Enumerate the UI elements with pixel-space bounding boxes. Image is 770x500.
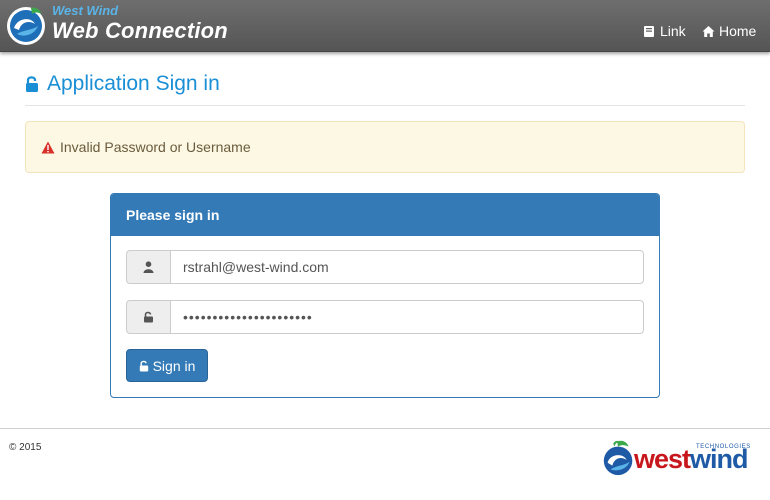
home-icon xyxy=(702,25,715,37)
user-icon xyxy=(143,261,154,273)
nav-link-home[interactable]: Home xyxy=(702,22,756,40)
logo-west-text: west xyxy=(634,444,691,474)
unlock-icon xyxy=(26,76,38,92)
brand-subtitle: West Wind xyxy=(52,3,119,18)
username-group xyxy=(126,250,644,284)
username-field[interactable] xyxy=(170,250,644,284)
username-addon xyxy=(126,250,170,284)
title-divider xyxy=(25,105,745,106)
panel-heading: Please sign in xyxy=(111,194,659,236)
nav-link-link[interactable]: Link xyxy=(643,22,686,40)
signin-panel: Please sign in Sign in xyxy=(110,193,660,398)
logo-wind-text: wind xyxy=(690,444,748,474)
copyright-text: © 2015 xyxy=(9,442,42,453)
alert-message: Invalid Password or Username xyxy=(60,139,251,155)
unlock-icon xyxy=(139,360,148,371)
error-alert: Invalid Password or Username xyxy=(25,121,745,173)
west-wind-technologies-logo[interactable]: TECHNOLOGIES westwind xyxy=(600,438,762,478)
unlock-icon xyxy=(144,311,153,323)
password-addon xyxy=(126,300,170,334)
book-icon xyxy=(644,25,654,37)
page-title: Application Sign in xyxy=(25,72,220,96)
signin-button-label: Sign in xyxy=(152,357,196,374)
page-title-text: Application Sign in xyxy=(47,72,220,95)
west-wind-swirl-icon xyxy=(603,440,633,476)
signin-button[interactable]: Sign in xyxy=(126,349,208,382)
brand-title[interactable]: Web Connection xyxy=(52,18,228,44)
password-field[interactable] xyxy=(170,300,644,334)
nav-link-label: Home xyxy=(719,23,757,39)
west-wind-logo-icon[interactable] xyxy=(5,4,47,46)
warning-icon xyxy=(41,141,55,153)
nav-link-label: Link xyxy=(660,23,686,39)
password-group xyxy=(126,300,644,334)
navbar: West Wind Web Connection Link Home xyxy=(0,0,770,52)
logo-wordmark: westwind xyxy=(634,444,749,474)
footer-divider xyxy=(0,428,770,429)
